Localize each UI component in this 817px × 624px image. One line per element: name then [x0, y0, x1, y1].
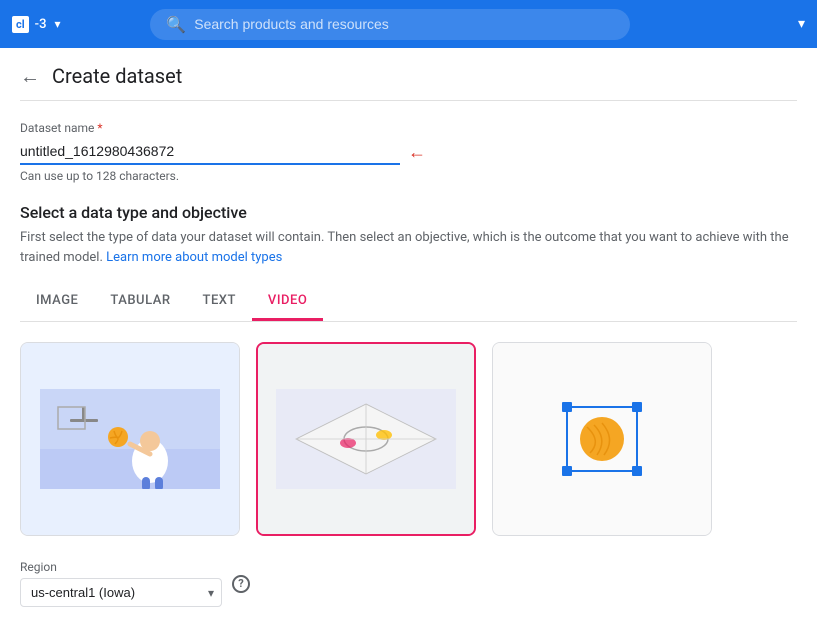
region-label-wrap: Region us-central1 (Iowa) us-east1 (Sout… [20, 560, 222, 607]
tab-image[interactable]: IMAGE [20, 283, 94, 321]
project-dropdown-icon[interactable]: ▾ [54, 17, 60, 31]
tracking-illustration [512, 389, 692, 489]
tab-video[interactable]: VIDEO [252, 283, 323, 321]
search-input[interactable] [194, 16, 614, 32]
card-action-recognition[interactable]: Video action recognition Identify the ac… [20, 342, 240, 536]
region-label: Region [20, 560, 222, 574]
card-body-classify: Video classification Get label predictio… [258, 534, 474, 536]
topbar-right-menu[interactable]: ▾ [798, 16, 805, 32]
section-heading: Select a data type and objective [20, 203, 797, 222]
card-body-action: Video action recognition Identify the ac… [21, 535, 239, 536]
dataset-name-input[interactable] [20, 139, 400, 165]
region-help-icon[interactable]: ? [232, 575, 250, 593]
page-content: ← Create dataset Dataset name * ← Can us… [0, 48, 817, 624]
search-bar[interactable]: 🔍 [150, 9, 630, 40]
learn-more-model-types-link[interactable]: Learn more about model types [106, 250, 282, 265]
classify-illustration [276, 389, 456, 489]
search-icon: 🔍 [166, 15, 186, 34]
topbar-expand-icon[interactable]: ▾ [798, 16, 805, 32]
topbar-logo[interactable]: cl -3 ▾ [12, 16, 61, 33]
region-select[interactable]: us-central1 (Iowa) us-east1 (South Carol… [20, 578, 222, 607]
card-body-tracking: Video object tracking Get labels, tracks… [493, 535, 711, 536]
card-classification[interactable]: Video classification Get label predictio… [256, 342, 476, 536]
required-marker: * [97, 121, 102, 135]
tab-text[interactable]: TEXT [187, 283, 252, 321]
topbar: cl -3 ▾ 🔍 ▾ [0, 0, 817, 48]
data-type-tabs: IMAGE TABULAR TEXT VIDEO [20, 283, 797, 322]
section-description: First select the type of data your datas… [20, 228, 797, 267]
tab-tabular[interactable]: TABULAR [94, 283, 186, 321]
region-select-wrap: us-central1 (Iowa) us-east1 (South Carol… [20, 578, 222, 607]
dataset-name-group: Dataset name * ← Can use up to 128 chara… [20, 121, 797, 183]
page-header: ← Create dataset [20, 48, 797, 101]
back-button[interactable]: ← [20, 66, 40, 86]
card-image-classify [258, 344, 474, 534]
action-illustration [40, 389, 220, 489]
arrow-annotation: ← [408, 142, 426, 163]
card-object-tracking[interactable]: Video object tracking Get labels, tracks… [492, 342, 712, 536]
card-image-action [21, 343, 239, 535]
project-name: -3 [35, 17, 47, 32]
dataset-name-hint: Can use up to 128 characters. [20, 169, 797, 183]
dataset-name-label: Dataset name * [20, 121, 797, 135]
card-image-tracking [493, 343, 711, 535]
logo-box: cl [12, 16, 29, 33]
page-title: Create dataset [52, 64, 182, 88]
objective-cards: Video action recognition Identify the ac… [20, 342, 797, 536]
region-group: Region us-central1 (Iowa) us-east1 (Sout… [20, 560, 797, 607]
